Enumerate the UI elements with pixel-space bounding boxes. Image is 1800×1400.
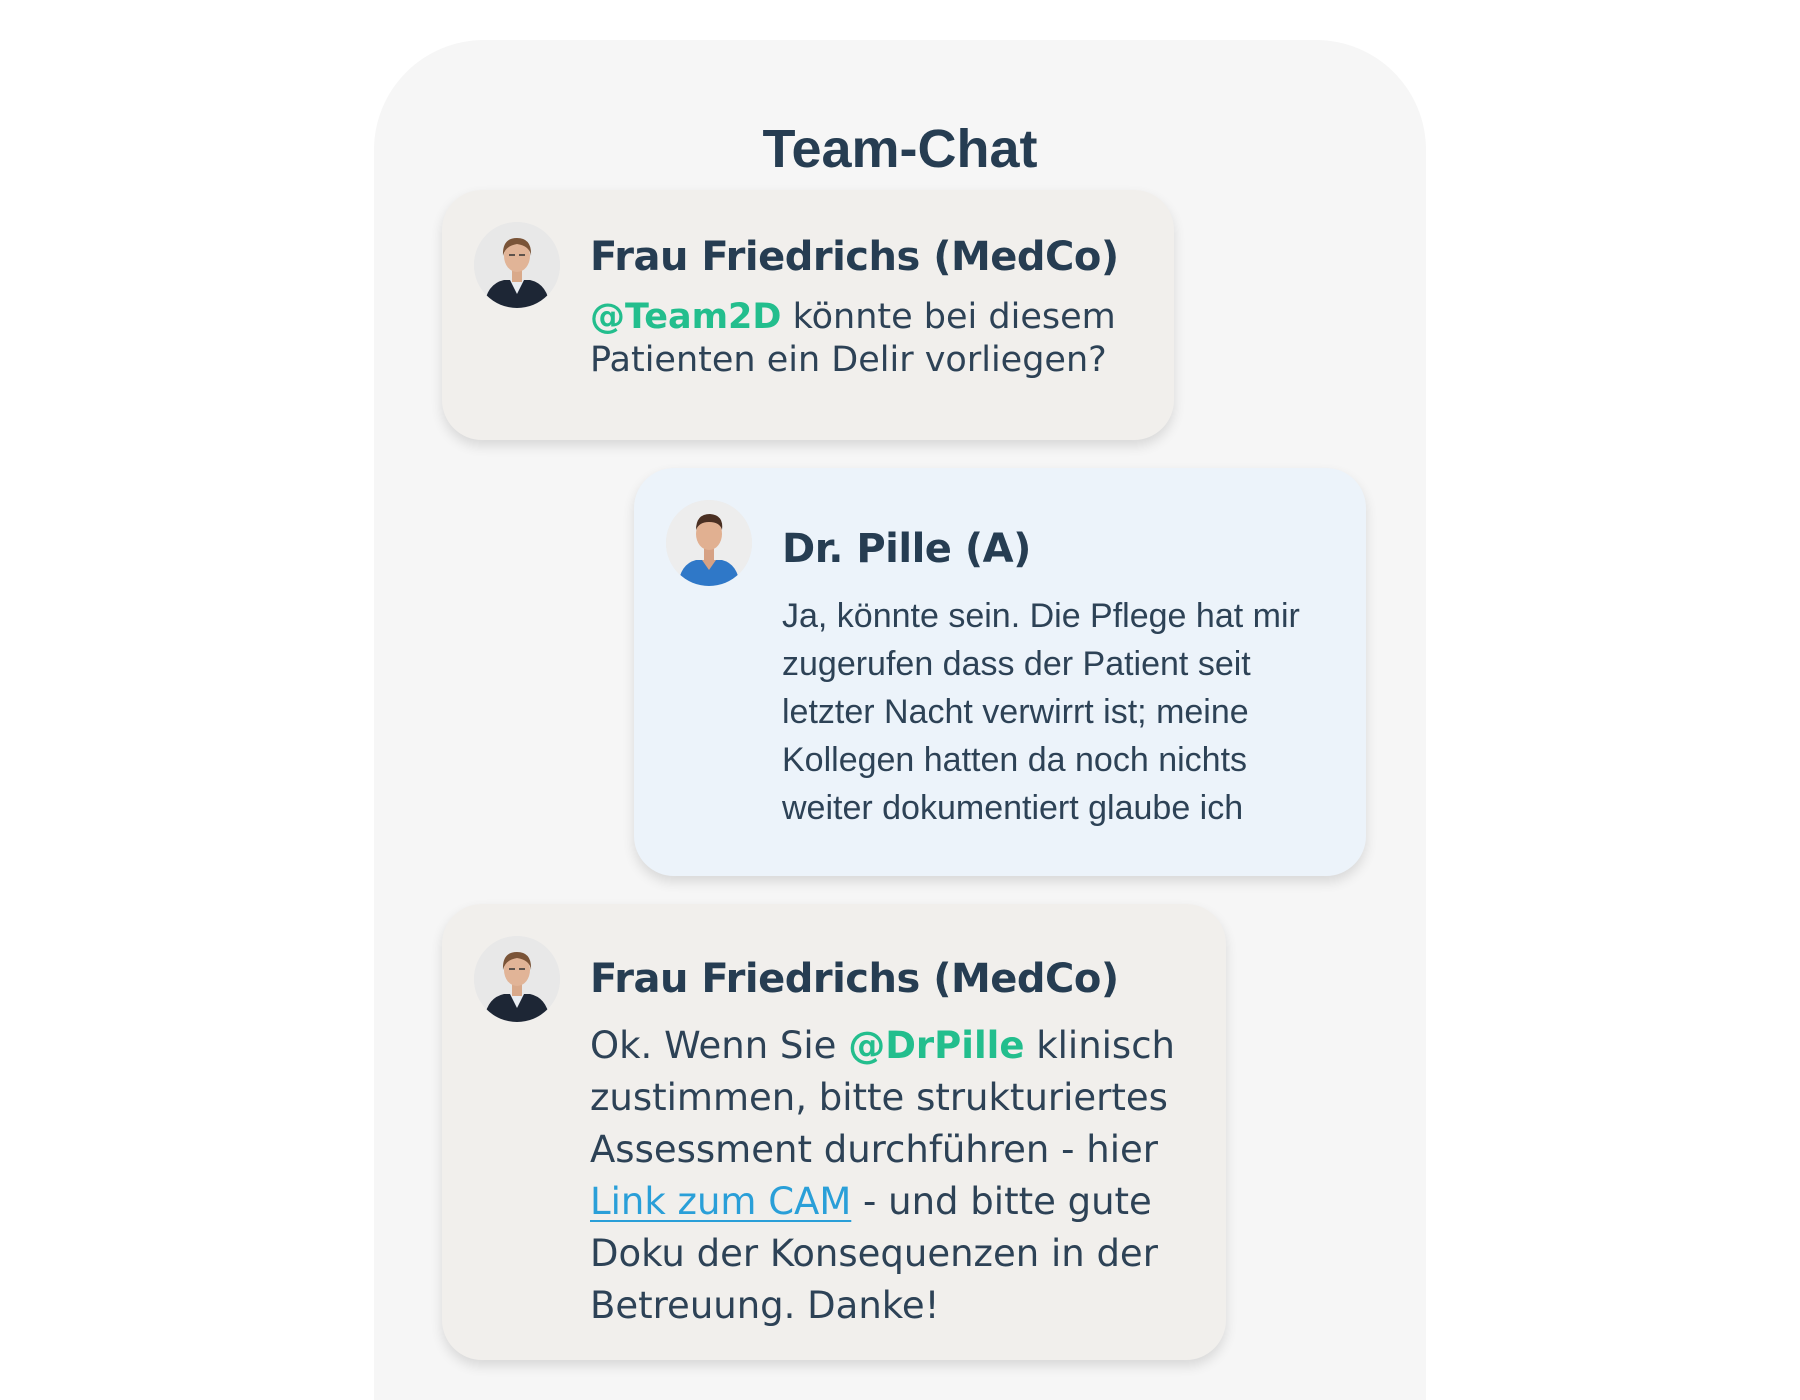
avatar-man-icon[interactable] <box>666 500 752 586</box>
chat-title: Team-Chat <box>762 119 1038 179</box>
chat-message: Dr. Pille (A) Ja, könnte sein. Die Pfleg… <box>634 468 1366 876</box>
cam-link[interactable]: Link zum CAM <box>590 1180 851 1223</box>
mention-tag[interactable]: @DrPille <box>848 1024 1024 1067</box>
message-text: Ok. Wenn Sie @DrPille klinisch zustimmen… <box>590 1020 1190 1332</box>
sender-name: Frau Friedrichs (MedCo) <box>590 956 1119 1002</box>
message-body: Ok. Wenn Sie <box>590 1024 837 1067</box>
message-text: @Team2D könnte bei diesem Patienten ein … <box>590 296 1150 382</box>
chat-message: Frau Friedrichs (MedCo) Ok. Wenn Sie @Dr… <box>442 904 1226 1360</box>
sender-name: Frau Friedrichs (MedCo) <box>590 234 1119 280</box>
sender-name: Dr. Pille (A) <box>782 526 1031 572</box>
chat-panel: Team-Chat Frau Friedrichs (MedCo) @Team2… <box>374 40 1426 1400</box>
avatar-woman-icon[interactable] <box>474 936 560 1022</box>
mention-tag[interactable]: @Team2D <box>590 297 781 337</box>
message-text: Ja, könnte sein. Die Pflege hat mir zuge… <box>782 597 1300 827</box>
chat-message: Frau Friedrichs (MedCo) @Team2D könnte b… <box>442 190 1174 440</box>
avatar-woman-icon[interactable] <box>474 222 560 308</box>
